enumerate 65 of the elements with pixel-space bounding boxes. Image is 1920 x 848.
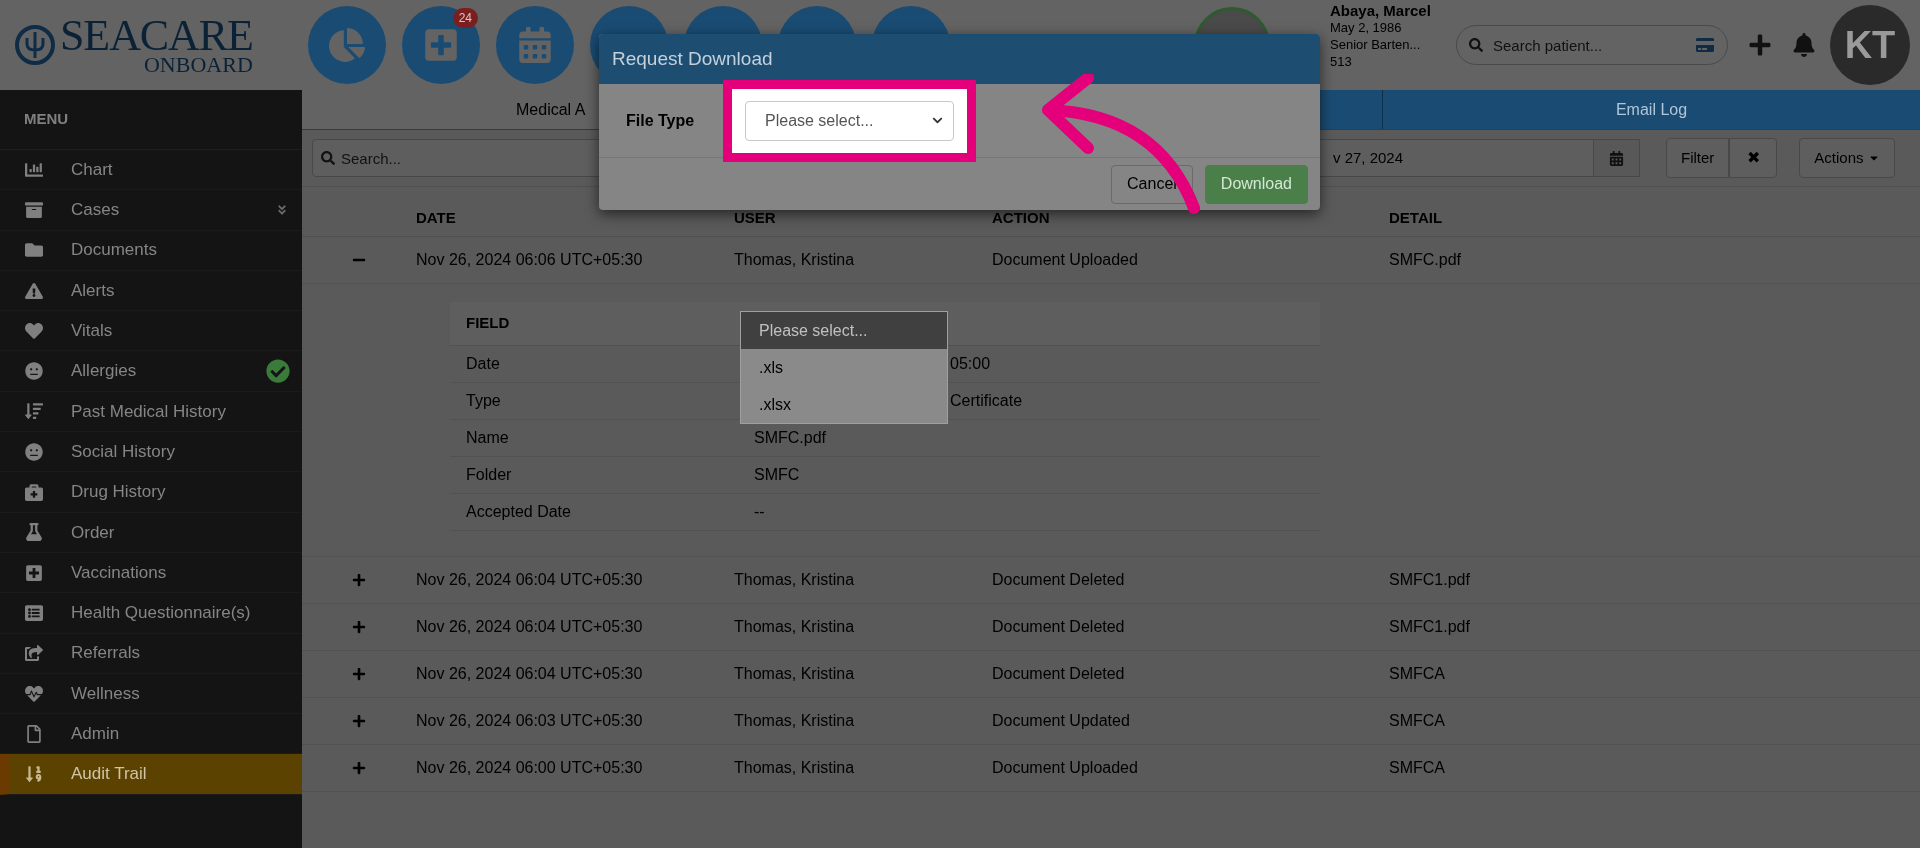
field-label: File Type: [626, 110, 696, 131]
table-cell: Thomas, Kristina: [734, 571, 855, 588]
field-name: Name: [466, 428, 510, 448]
field-name: Folder: [466, 465, 513, 485]
select-value: Please select...: [765, 110, 875, 131]
column-header: DETAIL: [1389, 209, 1443, 226]
field-name: Type: [466, 391, 502, 411]
field-value: SMFC.pdf: [754, 428, 826, 448]
table-cell: Document Deleted: [992, 571, 1125, 588]
sidebar-label: Cases: [71, 199, 120, 222]
sidebar-label: Vitals: [71, 320, 113, 343]
field-value: SMFC: [754, 465, 800, 485]
sidebar-label: Drug History: [71, 481, 166, 504]
table-cell: SMFCA: [1389, 712, 1445, 729]
menu-title: MENU: [24, 109, 69, 130]
column-header: ACTION: [992, 209, 1050, 226]
table-cell: Document Uploaded: [992, 759, 1138, 776]
field-name: Accepted Date: [466, 502, 572, 522]
table-cell: Nov 26, 2024 06:03 UTC+05:30: [416, 712, 643, 729]
date-range-value: v 27, 2024: [1332, 147, 1405, 168]
table-cell: Document Updated: [992, 712, 1130, 729]
field-value: Certificate: [950, 391, 1023, 411]
table-cell: Nov 26, 2024 06:04 UTC+05:30: [416, 665, 643, 682]
sidebar-label: Social History: [71, 440, 175, 463]
table-cell: Thomas, Kristina: [734, 251, 855, 268]
field-value: 05:00: [950, 354, 991, 374]
notification-badge: 24: [452, 8, 478, 28]
table-cell: Thomas, Kristina: [734, 665, 855, 682]
table-cell: Document Deleted: [992, 618, 1125, 635]
column-header: FIELD: [466, 313, 510, 334]
column-header: DATE: [416, 209, 456, 226]
table-cell: Nov 26, 2024 06:04 UTC+05:30: [416, 571, 643, 588]
sidebar-label: Vaccinations: [71, 561, 167, 584]
column-header: USER: [734, 209, 776, 226]
dialog-title: Request Download: [612, 46, 773, 71]
table-cell: Nov 26, 2024 06:06 UTC+05:30: [416, 251, 643, 268]
field-name: Date: [466, 354, 501, 374]
sidebar-label: Alerts: [71, 279, 115, 302]
table-cell: Thomas, Kristina: [734, 759, 855, 776]
sidebar-label: Referrals: [71, 642, 140, 665]
sidebar-label: Admin: [71, 723, 120, 746]
sidebar-label: Chart: [71, 158, 113, 181]
table-cell: SMFC1.pdf: [1389, 618, 1470, 635]
sidebar-label: Audit Trail: [71, 763, 147, 786]
field-value: --: [754, 502, 765, 522]
patient-name: Abaya, Marcel: [1330, 2, 1432, 19]
table-cell: SMFC.pdf: [1389, 251, 1461, 268]
table-cell: Nov 26, 2024 06:04 UTC+05:30: [416, 618, 643, 635]
table-cell: Nov 26, 2024 06:00 UTC+05:30: [416, 759, 643, 776]
table-cell: SMFCA: [1389, 665, 1445, 682]
sidebar-label: Order: [71, 521, 115, 544]
patient-detail: Senior Barten...: [1330, 36, 1422, 53]
sidebar-label: Documents: [71, 239, 157, 262]
table-cell: SMFCA: [1389, 759, 1445, 776]
table-cell: Document Deleted: [992, 665, 1125, 682]
table-cell: Document Uploaded: [992, 251, 1138, 268]
sidebar-label: Health Questionnaire(s): [71, 602, 251, 625]
sidebar-label: Allergies: [71, 360, 137, 383]
patient-detail: 513: [1330, 53, 1353, 70]
sidebar-label: Past Medical History: [71, 400, 226, 423]
patient-detail: May 2, 1986: [1330, 19, 1403, 36]
table-cell: Thomas, Kristina: [734, 712, 855, 729]
table-cell: Thomas, Kristina: [734, 618, 855, 635]
sidebar-label: Wellness: [71, 682, 140, 705]
table-cell: SMFC1.pdf: [1389, 571, 1470, 588]
